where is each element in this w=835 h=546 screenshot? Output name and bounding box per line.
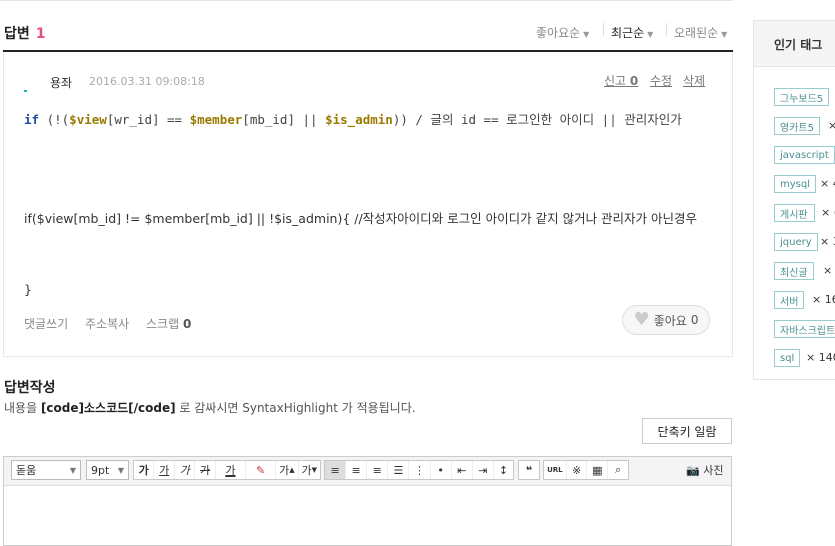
table-icon[interactable]: ▦ — [587, 461, 609, 479]
answer-count: 1 — [35, 26, 46, 42]
insert-group: URL ※ ▦ ⌕ — [543, 460, 629, 480]
answer-date: 2016.03.31 09:08:18 — [89, 75, 205, 88]
tag-count: × 140 — [806, 351, 835, 364]
italic-button[interactable]: 가 — [175, 461, 196, 479]
code-line-2: if($view[mb_id] != $member[mb_id] || !$i… — [24, 211, 698, 226]
answer-author[interactable]: 용좌 — [50, 74, 72, 91]
like-button[interactable]: ♥ 좋아요 0 — [622, 305, 710, 335]
font-size-select[interactable]: 9pt ▼ — [86, 460, 129, 480]
tag-count: × 4 — [820, 177, 835, 190]
tag-link[interactable]: 자바스크립트 — [774, 320, 835, 338]
tag-link[interactable]: 그누보드5 — [774, 88, 830, 106]
popular-tags-title: 인기 태그 — [774, 38, 823, 52]
find-icon[interactable]: ⌕ — [608, 461, 628, 479]
scrap-button[interactable]: 스크랩 0 — [146, 315, 191, 332]
tag-count: × 3 — [820, 235, 835, 248]
heart-icon: ♥ — [633, 309, 650, 330]
sort-by-oldest[interactable]: 오래된순 ▼ — [674, 24, 727, 41]
tag-link[interactable]: javascript — [774, 146, 835, 164]
special-char-button[interactable]: ※ — [567, 461, 588, 479]
photo-button[interactable]: 📷 사진 — [686, 462, 723, 478]
caret-down-icon: ▼ — [721, 30, 728, 39]
strikethrough-button[interactable]: 가 — [195, 461, 216, 479]
answers-heading: 답변 1 — [4, 26, 46, 42]
comment-button[interactable]: 댓글쓰기 — [24, 315, 68, 332]
quote-group: ❝ — [518, 460, 540, 480]
paragraph-group: ≡ ≡ ≡ ☰ ⋮ • ⇤ ⇥ ↕ — [324, 460, 514, 480]
tag-count: × 16 — [812, 293, 835, 306]
line-height-icon[interactable]: ↕ — [494, 461, 513, 479]
outdent-icon[interactable]: ⇤ — [452, 461, 473, 479]
text-format-group: 가 가 가 가 가 ✎ 가 ▲ 가 ▼ — [133, 460, 321, 480]
delete-button[interactable]: 삭제 — [683, 72, 705, 89]
camera-icon: 📷 — [686, 464, 700, 477]
align-left-icon[interactable]: ≡ — [325, 461, 347, 479]
write-answer-heading: 답변작성 — [4, 380, 56, 396]
align-center-icon[interactable]: ≡ — [346, 461, 368, 479]
edit-button[interactable]: 수정 — [650, 72, 672, 89]
font-color-button[interactable]: 가 — [216, 461, 246, 479]
code-line-3: } — [24, 282, 32, 297]
ordered-list-icon[interactable]: ⋮ — [409, 461, 431, 479]
tag-link[interactable]: 서버 — [774, 291, 805, 309]
subscript-button[interactable]: 가 ▼ — [299, 461, 320, 479]
tag-link[interactable]: mysql — [774, 175, 816, 193]
caret-down-icon: ▼ — [69, 465, 76, 475]
report-button[interactable]: 신고 0 — [604, 72, 638, 89]
caret-down-icon: ▼ — [647, 30, 654, 39]
font-family-select[interactable]: 돋움 ▼ — [11, 460, 81, 480]
tag-link[interactable]: 영카트5 — [774, 117, 820, 135]
tag-link[interactable]: jquery — [774, 233, 818, 251]
top-divider — [0, 0, 733, 1]
align-justify-icon[interactable]: ☰ — [388, 461, 410, 479]
highlight-pen-icon: ✎ — [255, 463, 266, 477]
superscript-button[interactable]: 가 ▲ — [276, 461, 299, 479]
quote-icon[interactable]: ❝ — [519, 461, 539, 479]
link-button[interactable]: URL — [544, 461, 567, 479]
caret-down-icon: ▼ — [583, 30, 590, 39]
sort-by-likes[interactable]: 좋아요순 ▼ — [536, 24, 589, 41]
tag-count: × — [823, 264, 833, 277]
tag-link[interactable]: 게시판 — [774, 204, 815, 222]
highlight-color-button[interactable]: ✎ — [246, 461, 277, 479]
shortcut-list-button[interactable]: 단축키 일람 — [642, 418, 732, 444]
tag-link[interactable]: 최신글 — [774, 262, 814, 280]
code-line-1: if (!($view[wr_id] == $member[mb_id] || … — [24, 112, 682, 127]
underline-button[interactable]: 가 — [154, 461, 175, 479]
bold-button[interactable]: 가 — [134, 461, 155, 479]
indent-icon[interactable]: ⇥ — [473, 461, 494, 479]
bullet-list-icon[interactable]: • — [431, 461, 452, 479]
sort-by-recent[interactable]: 최근순 ▼ — [611, 24, 653, 41]
align-right-icon[interactable]: ≡ — [367, 461, 389, 479]
copy-url-button[interactable]: 주소복사 — [85, 315, 129, 332]
tag-count: × ( — [821, 206, 835, 219]
caret-down-icon: ▼ — [117, 465, 124, 475]
sort-separator — [603, 23, 604, 36]
avatar — [24, 90, 27, 92]
tag-link[interactable]: sql — [774, 349, 801, 367]
sort-separator — [666, 23, 667, 36]
tag-count: × — [828, 119, 835, 132]
syntax-hint: 내용을 [code]소스코드[/code] 로 감싸시면 SyntaxHighl… — [4, 401, 416, 415]
